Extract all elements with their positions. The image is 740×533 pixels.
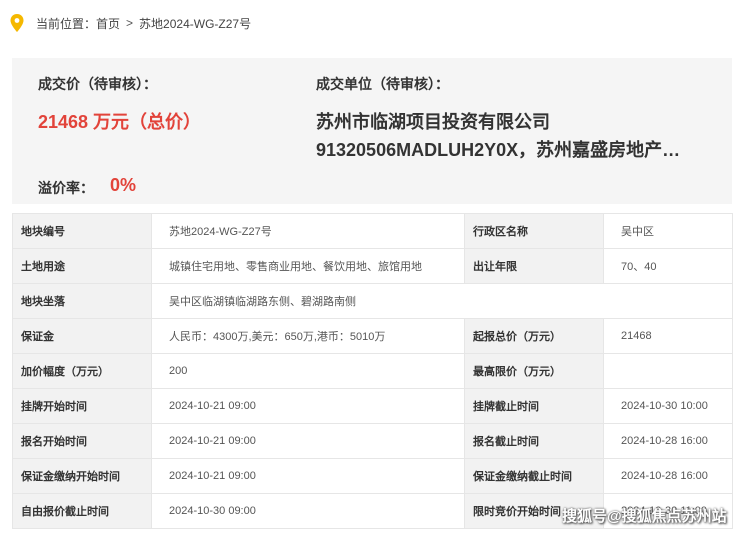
table-value: 2024-10-21 09:00 bbox=[151, 423, 465, 459]
table-value: 吴中区临湖镇临湖路东侧、碧湖路南侧 bbox=[151, 283, 733, 319]
land-info-table: 地块编号 苏地2024-WG-Z27号 行政区名称 吴中区 土地用途 城镇住宅用… bbox=[12, 213, 733, 529]
table-key: 报名开始时间 bbox=[12, 423, 152, 459]
table-row: 土地用途 城镇住宅用地、零售商业用地、餐饮用地、旅馆用地 出让年限 70、40 bbox=[12, 248, 733, 284]
table-key: 保证金缴纳截止时间 bbox=[464, 458, 604, 494]
price-label: 成交价（待审核）： bbox=[38, 76, 157, 92]
buyer-value: 苏州市临湖项目投资有限公司 91320506MADLUH2Y0X，苏州嘉盛房地产… bbox=[316, 108, 728, 164]
premium-label: 溢价率： bbox=[38, 180, 94, 196]
buyer-line-1: 苏州市临湖项目投资有限公司 bbox=[316, 112, 550, 132]
table-key: 保证金缴纳开始时间 bbox=[12, 458, 152, 494]
table-row: 地块坐落 吴中区临湖镇临湖路东侧、碧湖路南侧 bbox=[12, 283, 733, 319]
watermark: 搜狐号@搜狐焦点苏州站 bbox=[562, 508, 727, 525]
table-value: 2024-10-28 16:00 bbox=[603, 458, 733, 494]
table-key: 加价幅度（万元） bbox=[12, 353, 152, 389]
table-row: 保证金 人民币：4300万,美元：650万,港币：5010万 起报总价（万元） … bbox=[12, 318, 733, 354]
table-value: 2024-10-28 16:00 bbox=[603, 423, 733, 459]
table-value: 2024-10-21 09:00 bbox=[151, 388, 465, 424]
table-value: 人民币：4300万,美元：650万,港币：5010万 bbox=[151, 318, 465, 354]
table-value: 城镇住宅用地、零售商业用地、餐饮用地、旅馆用地 bbox=[151, 248, 465, 284]
table-row: 保证金缴纳开始时间 2024-10-21 09:00 保证金缴纳截止时间 202… bbox=[12, 458, 733, 494]
table-key: 挂牌开始时间 bbox=[12, 388, 152, 424]
table-value: 苏地2024-WG-Z27号 bbox=[151, 213, 465, 249]
buyer-label: 成交单位（待审核）： bbox=[316, 76, 449, 92]
table-value: 2024-10-21 09:00 bbox=[151, 458, 465, 494]
table-key: 最高限价（万元） bbox=[464, 353, 604, 389]
table-key: 保证金 bbox=[12, 318, 152, 354]
table-key: 自由报价截止时间 bbox=[12, 493, 152, 529]
table-key: 地块编号 bbox=[12, 213, 152, 249]
price-value: 21468 万元（总价） bbox=[38, 112, 202, 132]
breadcrumb-current: 苏地2024-WG-Z27号 bbox=[139, 16, 252, 31]
table-value bbox=[603, 353, 733, 389]
breadcrumb-separator: > bbox=[126, 16, 134, 30]
table-value: 70、40 bbox=[603, 248, 733, 284]
table-key: 出让年限 bbox=[464, 248, 604, 284]
table-row: 加价幅度（万元） 200 最高限价（万元） bbox=[12, 353, 733, 389]
table-row: 地块编号 苏地2024-WG-Z27号 行政区名称 吴中区 bbox=[12, 213, 733, 249]
deal-summary-panel: 成交价（待审核）： 21468 万元（总价） 成交单位（待审核）： 苏州市临湖项… bbox=[12, 58, 732, 204]
breadcrumb: 当前位置： 首页 > 苏地2024-WG-Z27号 bbox=[0, 0, 740, 46]
table-value: 21468 bbox=[603, 318, 733, 354]
table-value: 2024-10-30 10:00 bbox=[603, 388, 733, 424]
table-key: 报名截止时间 bbox=[464, 423, 604, 459]
table-value: 2024-10-30 09:00 bbox=[151, 493, 465, 529]
location-pin-icon bbox=[10, 14, 24, 32]
table-key: 挂牌截止时间 bbox=[464, 388, 604, 424]
table-row: 报名开始时间 2024-10-21 09:00 报名截止时间 2024-10-2… bbox=[12, 423, 733, 459]
table-key: 起报总价（万元） bbox=[464, 318, 604, 354]
table-key: 地块坐落 bbox=[12, 283, 152, 319]
breadcrumb-prefix: 当前位置： bbox=[36, 16, 97, 31]
premium-value: 0% bbox=[110, 175, 137, 195]
table-key: 行政区名称 bbox=[464, 213, 604, 249]
buyer-line-2: 91320506MADLUH2Y0X，苏州嘉盛房地产… bbox=[316, 140, 681, 160]
table-value: 吴中区 bbox=[603, 213, 733, 249]
table-row: 挂牌开始时间 2024-10-21 09:00 挂牌截止时间 2024-10-3… bbox=[12, 388, 733, 424]
breadcrumb-home-link[interactable]: 首页 bbox=[96, 15, 120, 32]
table-key: 土地用途 bbox=[12, 248, 152, 284]
table-value: 200 bbox=[151, 353, 465, 389]
